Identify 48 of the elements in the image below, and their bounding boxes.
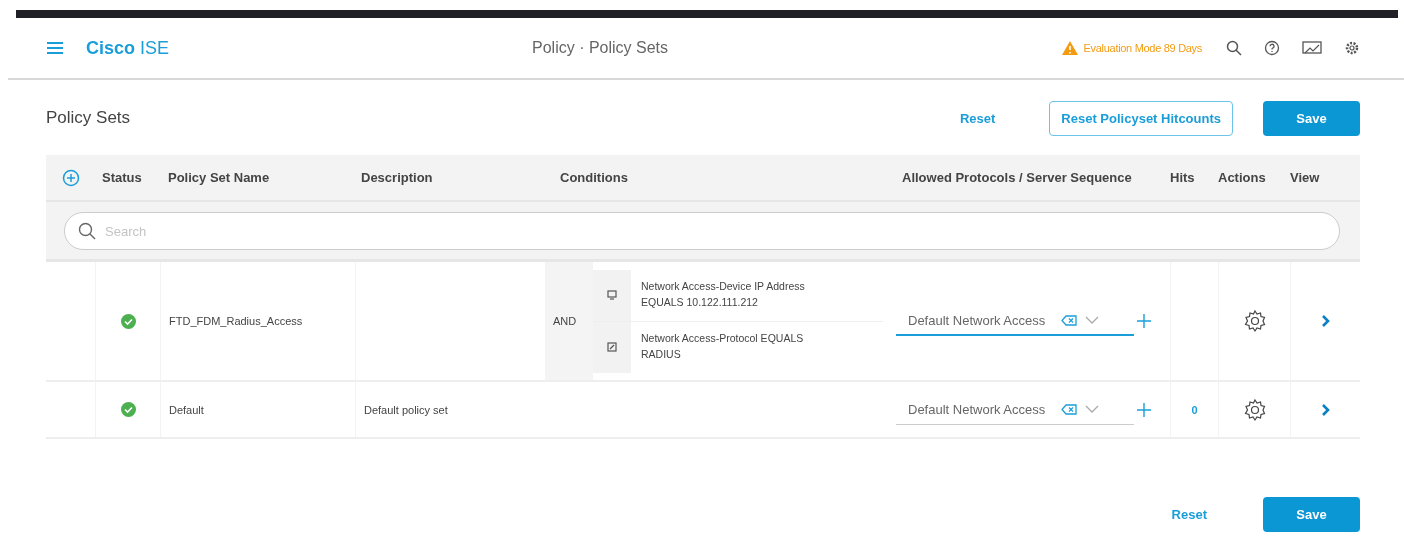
column-header: Policy Set Name <box>168 170 270 185</box>
chevron-down-icon[interactable] <box>1085 404 1100 414</box>
column-header: View <box>1290 170 1320 185</box>
reset-button[interactable]: Reset <box>949 104 1006 132</box>
column-header: Description <box>361 170 433 185</box>
settings-icon[interactable] <box>1344 40 1360 56</box>
protocol-select[interactable]: Default Network Access <box>896 394 1134 425</box>
search-field[interactable]: Search <box>64 212 1340 250</box>
brand-product: ISE <box>140 37 170 59</box>
breadcrumb-title: Policy · Policy Sets <box>532 39 669 57</box>
description-cell-text: Default policy set <box>363 403 448 416</box>
column-header: Hits <box>1170 170 1195 185</box>
chevron-right-icon[interactable] <box>1320 314 1331 328</box>
add-icon[interactable] <box>1137 314 1151 328</box>
add-icon[interactable] <box>1137 402 1151 417</box>
reset-hitcounts-button[interactable]: Reset Policyset Hitcounts <box>1049 100 1233 136</box>
column-header: Status <box>102 170 142 185</box>
reset-button[interactable]: Reset <box>1161 501 1217 528</box>
help-icon[interactable] <box>1264 40 1280 56</box>
condition-text: Network Access-Protocol EQUALS RADIUS <box>640 330 805 362</box>
policy-set-name[interactable]: Default <box>161 403 204 416</box>
search-icon[interactable] <box>1226 40 1242 56</box>
clear-icon[interactable] <box>1061 314 1078 326</box>
chevron-down-icon[interactable] <box>1085 315 1100 325</box>
condition-text: Network Access-Device IP Address EQUALS 10.122.111.212 <box>640 278 806 310</box>
search-icon <box>78 222 96 240</box>
protocol-select[interactable]: Default Network Access <box>896 306 1134 336</box>
page-title: Policy Sets <box>46 108 131 128</box>
monitor-icon[interactable] <box>1302 40 1322 56</box>
column-header: Actions <box>1218 170 1266 185</box>
gear-icon[interactable] <box>1242 309 1267 333</box>
save-button[interactable]: Save <box>1263 497 1360 532</box>
gear-icon[interactable] <box>1242 397 1267 422</box>
evaluation-warning[interactable]: Evaluation Mode 89 Days <box>1083 42 1202 54</box>
warning-icon <box>1061 41 1078 55</box>
chevron-right-icon[interactable] <box>1320 402 1331 417</box>
clear-icon[interactable] <box>1061 403 1078 415</box>
monitor-icon <box>607 290 617 300</box>
column-header: Allowed Protocols / Server Sequence <box>902 170 1132 185</box>
brand-name: Cisco <box>86 37 136 59</box>
column-header: Conditions <box>560 170 628 185</box>
save-button[interactable]: Save <box>1263 100 1360 136</box>
hit-count: 0 <box>1191 403 1198 416</box>
document-icon <box>607 342 617 352</box>
operator-label: AND <box>552 315 577 327</box>
menu-icon[interactable] <box>46 41 64 55</box>
add-icon[interactable] <box>61 168 80 187</box>
policy-set-name[interactable]: FTD_FDM_Radius_Access <box>161 315 303 327</box>
